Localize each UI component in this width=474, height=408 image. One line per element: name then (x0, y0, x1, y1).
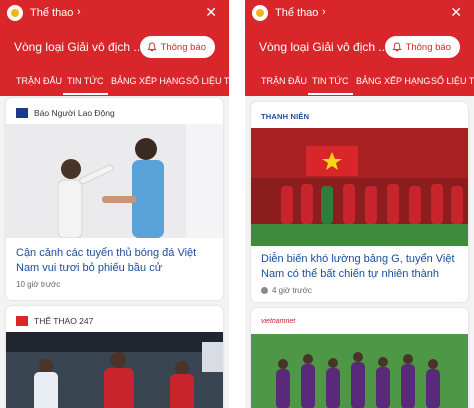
source-row: Báo Người Lao Động (16, 108, 115, 118)
notify-label: Thông báo (405, 41, 451, 53)
source-row: THANH NIÊN (261, 112, 309, 121)
news-image[interactable] (6, 124, 223, 238)
app-header: Thể thao › ✕ Vòng loại Giải vô địch ... … (245, 0, 474, 96)
news-meta: 10 giờ trước (16, 280, 60, 289)
page-title: Vòng loại Giải vô địch ... (259, 40, 389, 54)
team-photo (251, 334, 468, 408)
chevron-right-icon[interactable]: › (322, 6, 326, 18)
section-title[interactable]: Thể thao (30, 7, 73, 19)
source-logo-icon (16, 108, 28, 118)
source-name: THANH NIÊN (261, 112, 310, 121)
source-logo-icon (16, 316, 28, 326)
bell-icon (146, 42, 157, 52)
tab-stats[interactable]: SỐ LIỆU THỐ (186, 76, 229, 86)
news-card[interactable]: THỂ THAO 247 (6, 306, 223, 408)
news-card[interactable]: vietnamnet (251, 308, 468, 408)
tab-stats[interactable]: SỐ LIỆU THỐ (431, 76, 474, 86)
tab-standings[interactable]: BẢNG XẾP HẠNG (356, 76, 430, 86)
news-headline[interactable]: Cận cảnh các tuyển thủ bóng đá Việt Nam … (16, 246, 213, 276)
news-card[interactable]: THANH NIÊN Diễn biến khó lường bảng G, t… (251, 102, 468, 302)
notify-label: Thông báo (160, 41, 206, 53)
news-meta: 4 giờ trước (261, 286, 312, 295)
stadium-photo (251, 128, 468, 246)
tab-matches[interactable]: TRẬN ĐẤU (261, 76, 307, 86)
sports-logo-icon (7, 5, 23, 21)
news-image[interactable] (251, 128, 468, 246)
app-header: Thể thao › ✕ Vòng loại Giải vô địch ... … (0, 0, 229, 96)
tab-news[interactable]: TIN TỨC (308, 76, 353, 95)
athletes-photo (6, 124, 223, 238)
news-image[interactable] (6, 332, 223, 408)
source-row: vietnamnet (261, 318, 295, 325)
tab-standings[interactable]: BẢNG XẾP HẠNG (111, 76, 185, 86)
futsal-photo (6, 332, 223, 408)
top-bar: Thể thao › ✕ (245, 4, 474, 24)
tab-bar: TRẬN ĐẤU TIN TỨC BẢNG XẾP HẠNG SỐ LIỆU T… (0, 68, 229, 96)
news-time: 10 giờ trước (16, 280, 61, 289)
source-row: THỂ THAO 247 (16, 316, 93, 326)
bell-icon (391, 42, 402, 52)
source-name: THỂ THAO 247 (34, 316, 94, 326)
source-name: vietnamnet (261, 318, 296, 325)
close-icon[interactable]: ✕ (205, 4, 217, 21)
page-title: Vòng loại Giải vô địch ... (14, 40, 144, 54)
notify-button[interactable]: Thông báo (139, 36, 215, 58)
tab-news[interactable]: TIN TỨC (63, 76, 108, 95)
news-headline[interactable]: Diễn biến khó lường bảng G, tuyển Việt N… (261, 252, 458, 282)
news-pane-right: Thể thao › ✕ Vòng loại Giải vô địch ... … (245, 0, 474, 408)
chevron-right-icon[interactable]: › (77, 6, 81, 18)
source-name: Báo Người Lao Động (34, 108, 115, 118)
news-card[interactable]: Báo Người Lao Động Cận cảnh các tuyển th… (6, 98, 223, 300)
section-title[interactable]: Thể thao (275, 7, 318, 19)
news-time: 4 giờ trước (272, 286, 312, 295)
tab-bar: TRẬN ĐẤU TIN TỨC BẢNG XẾP HẠNG SỐ LIỆU T… (245, 68, 474, 96)
notify-button[interactable]: Thông báo (384, 36, 460, 58)
sports-logo-icon (252, 5, 268, 21)
publisher-icon (261, 287, 268, 294)
tab-matches[interactable]: TRẬN ĐẤU (16, 76, 62, 86)
close-icon[interactable]: ✕ (450, 4, 462, 21)
news-pane-left: Thể thao › ✕ Vòng loại Giải vô địch ... … (0, 0, 229, 408)
news-image[interactable] (251, 334, 468, 408)
top-bar: Thể thao › ✕ (0, 4, 229, 24)
